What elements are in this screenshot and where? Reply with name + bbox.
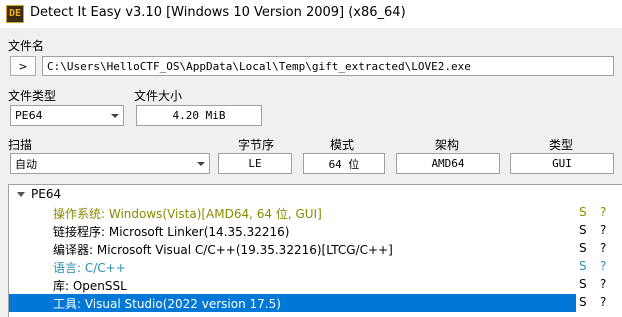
file-size-value: 4.20 MiB	[136, 105, 262, 126]
tree-row-os[interactable]: 操作系统: Windows(Vista)[AMD64, 64 位, GUI] S…	[9, 204, 622, 222]
chevron-down-icon	[107, 106, 123, 125]
row-signature-button[interactable]: S	[579, 223, 587, 237]
row-info-button[interactable]: ?	[600, 205, 606, 219]
file-path-field[interactable]: C:\Users\HelloCTF_OS\AppData\Local\Temp\…	[42, 56, 614, 76]
row-signature-button[interactable]: S	[579, 277, 587, 291]
endianness-label: 字节序	[238, 138, 275, 152]
window-title: Detect It Easy v3.10 [Windows 10 Version…	[30, 5, 406, 20]
mode-value: 64 位	[303, 153, 385, 174]
mode-label: 模式	[330, 138, 355, 152]
row-signature-button[interactable]: S	[579, 259, 587, 273]
row-text: 编译器: Microsoft Visual C/C++(19.35.32216)…	[53, 243, 393, 257]
tree-root-label[interactable]: PE64	[31, 185, 61, 203]
chevron-down-icon	[193, 154, 209, 173]
app-icon: DE	[6, 5, 24, 23]
type-value: GUI	[510, 153, 614, 174]
title-bar: DE Detect It Easy v3.10 [Windows 10 Vers…	[0, 0, 622, 28]
type-label: 类型	[549, 138, 574, 152]
scan-mode-select[interactable]: 自动	[10, 153, 210, 174]
row-signature-button[interactable]: S	[579, 241, 587, 255]
browse-button[interactable]: >	[10, 56, 36, 76]
row-text: 操作系统: Windows(Vista)[AMD64, 64 位, GUI]	[53, 207, 322, 221]
row-info-button[interactable]: ?	[600, 223, 606, 237]
tree-row-compiler[interactable]: 编译器: Microsoft Visual C/C++(19.35.32216)…	[9, 240, 622, 258]
tree-row-tool[interactable]: 工具: Visual Studio(2022 version 17.5) S ?	[9, 294, 622, 312]
file-size-label: 文件大小	[134, 89, 183, 103]
row-text: 库: OpenSSL	[53, 279, 127, 293]
arch-value: AMD64	[396, 153, 500, 174]
row-signature-button[interactable]: S	[579, 295, 587, 309]
scan-label: 扫描	[8, 138, 33, 152]
row-info-button[interactable]: ?	[600, 295, 606, 309]
file-type-label: 文件类型	[8, 89, 57, 103]
tree-row-language[interactable]: 语言: C/C++ S ?	[9, 258, 622, 276]
detection-tree[interactable]: PE64 操作系统: Windows(Vista)[AMD64, 64 位, G…	[8, 184, 622, 317]
row-text: 语言: C/C++	[53, 261, 126, 275]
file-type-select[interactable]: PE64	[10, 105, 124, 126]
arch-label: 架构	[435, 138, 460, 152]
endianness-value: LE	[218, 153, 292, 174]
row-text: 链接程序: Microsoft Linker(14.35.32216)	[53, 225, 290, 239]
row-signature-button[interactable]: S	[579, 205, 587, 219]
file-type-value: PE64	[15, 109, 43, 122]
row-info-button[interactable]: ?	[600, 277, 606, 291]
scan-mode-value: 自动	[15, 157, 37, 171]
tree-row-library[interactable]: 库: OpenSSL S ?	[9, 276, 622, 294]
row-text: 工具: Visual Studio(2022 version 17.5)	[53, 297, 281, 311]
file-name-label: 文件名	[8, 39, 45, 53]
expander-chevron-icon[interactable]	[17, 192, 25, 197]
row-info-button[interactable]: ?	[600, 259, 606, 273]
row-info-button[interactable]: ?	[600, 241, 606, 255]
tree-row-linker[interactable]: 链接程序: Microsoft Linker(14.35.32216) S ?	[9, 222, 622, 240]
